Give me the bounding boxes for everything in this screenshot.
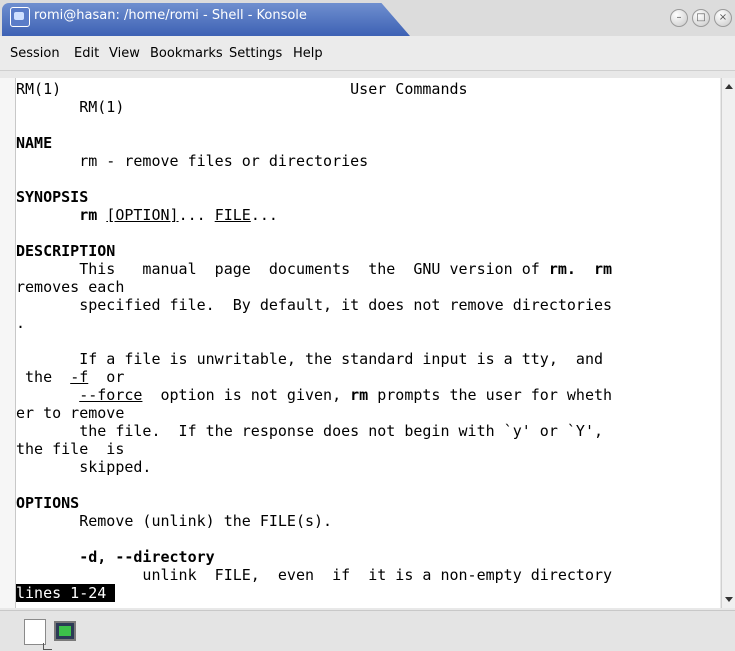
window-title: romi@hasan: /home/romi - Shell - Konsole bbox=[34, 8, 307, 23]
terminal-icon[interactable] bbox=[54, 621, 76, 641]
terminal-text: prompts the user for wheth bbox=[368, 386, 613, 404]
menu-settings[interactable]: Settings bbox=[229, 46, 282, 61]
terminal-text: er to remove bbox=[16, 404, 125, 422]
terminal-line: lines 1-24 bbox=[16, 583, 116, 603]
terminal-text: -d, --directory bbox=[79, 548, 215, 566]
terminal-line: RM(1) User Commands bbox=[16, 79, 468, 99]
terminal-line: specified file. By default, it does not … bbox=[16, 295, 612, 315]
terminal-line: rm [OPTION]... FILE... bbox=[16, 205, 278, 225]
new-session-icon[interactable] bbox=[24, 619, 52, 650]
terminal-line: unlink FILE, even if it is a non-empty d… bbox=[16, 565, 612, 585]
menu-session[interactable]: Session bbox=[10, 46, 60, 61]
terminal-line: removes each bbox=[16, 277, 124, 297]
terminal-text: FILE bbox=[214, 206, 251, 224]
terminal-text: rm - remove files or directories bbox=[16, 152, 369, 170]
terminal-text: rm bbox=[593, 260, 613, 278]
terminal-text: [OPTION] bbox=[106, 206, 179, 224]
terminal-text: If a file is unwritable, the standard in… bbox=[16, 350, 603, 368]
terminal-text: . bbox=[16, 314, 26, 332]
terminal-text: or bbox=[88, 368, 125, 386]
terminal-text: This manual page documents the GNU versi… bbox=[16, 260, 549, 278]
menu-help[interactable]: Help bbox=[293, 46, 323, 61]
terminal-text: RM(1) bbox=[16, 98, 125, 116]
scroll-down-icon[interactable] bbox=[725, 597, 733, 602]
title-bar: romi@hasan: /home/romi - Shell - Konsole… bbox=[0, 0, 735, 36]
terminal-text: NAME bbox=[16, 134, 53, 152]
terminal-line: --force option is not given, rm prompts … bbox=[16, 385, 612, 405]
scrollbar[interactable] bbox=[721, 78, 735, 608]
terminal-line: If a file is unwritable, the standard in… bbox=[16, 349, 603, 369]
terminal-line: rm - remove files or directories bbox=[16, 151, 368, 171]
terminal-text: rm bbox=[79, 206, 98, 224]
terminal-text: ... bbox=[250, 206, 278, 224]
pager-status: lines 1-24 bbox=[16, 584, 116, 602]
terminal-border bbox=[0, 78, 16, 608]
terminal-text: option is not given, bbox=[142, 386, 351, 404]
terminal-text: OPTIONS bbox=[16, 494, 80, 512]
terminal-text: rm. bbox=[548, 260, 576, 278]
terminal-text: the file. If the response does not begin… bbox=[16, 422, 603, 440]
terminal-output[interactable]: RM(1) User Commands RM(1) NAME rm - remov… bbox=[16, 78, 720, 608]
terminal-line: the file. If the response does not begin… bbox=[16, 421, 603, 441]
menu-edit[interactable]: Edit bbox=[74, 46, 99, 61]
terminal-line: -d, --directory bbox=[16, 547, 215, 567]
terminal-text: the file is bbox=[16, 440, 125, 458]
terminal-text: SYNOPSIS bbox=[16, 188, 89, 206]
terminal-text: --force bbox=[79, 386, 143, 404]
maximize-icon[interactable]: □ bbox=[692, 9, 710, 27]
terminal-text: Remove (unlink) the FILE(s). bbox=[16, 512, 333, 530]
terminal-text: RM(1) User Commands bbox=[16, 80, 468, 98]
terminal-line: the file is bbox=[16, 439, 124, 459]
menu-bar: Session Edit View Bookmarks Settings Hel… bbox=[0, 36, 735, 71]
terminal-text: removes each bbox=[16, 278, 125, 296]
konsole-icon[interactable] bbox=[10, 7, 30, 27]
terminal-line: er to remove bbox=[16, 403, 124, 423]
terminal-line: OPTIONS bbox=[16, 493, 79, 513]
terminal-line: NAME bbox=[16, 133, 52, 153]
session-tab-bar bbox=[0, 610, 735, 651]
terminal-line: . bbox=[16, 313, 25, 333]
menu-view[interactable]: View bbox=[109, 46, 140, 61]
terminal-line: SYNOPSIS bbox=[16, 187, 88, 207]
terminal-line: the -f or bbox=[16, 367, 124, 387]
terminal-text: -f bbox=[70, 368, 89, 386]
terminal-text: unlink FILE, even if it is a non-empty d… bbox=[16, 566, 613, 584]
terminal-text: ... bbox=[178, 206, 215, 224]
terminal-line: skipped. bbox=[16, 457, 151, 477]
scroll-up-icon[interactable] bbox=[725, 84, 733, 89]
menu-bookmarks[interactable]: Bookmarks bbox=[150, 46, 223, 61]
terminal-line: This manual page documents the GNU versi… bbox=[16, 259, 612, 279]
terminal-text: rm bbox=[350, 386, 369, 404]
terminal-text: specified file. By default, it does not … bbox=[16, 296, 613, 314]
terminal-line: Remove (unlink) the FILE(s). bbox=[16, 511, 332, 531]
terminal-line: RM(1) bbox=[16, 97, 124, 117]
terminal-text: DESCRIPTION bbox=[16, 242, 116, 260]
terminal-line: DESCRIPTION bbox=[16, 241, 115, 261]
close-icon[interactable]: × bbox=[714, 9, 732, 27]
terminal-text: the bbox=[16, 368, 71, 386]
terminal-text: skipped. bbox=[16, 458, 152, 476]
minimize-icon[interactable]: – bbox=[670, 9, 688, 27]
